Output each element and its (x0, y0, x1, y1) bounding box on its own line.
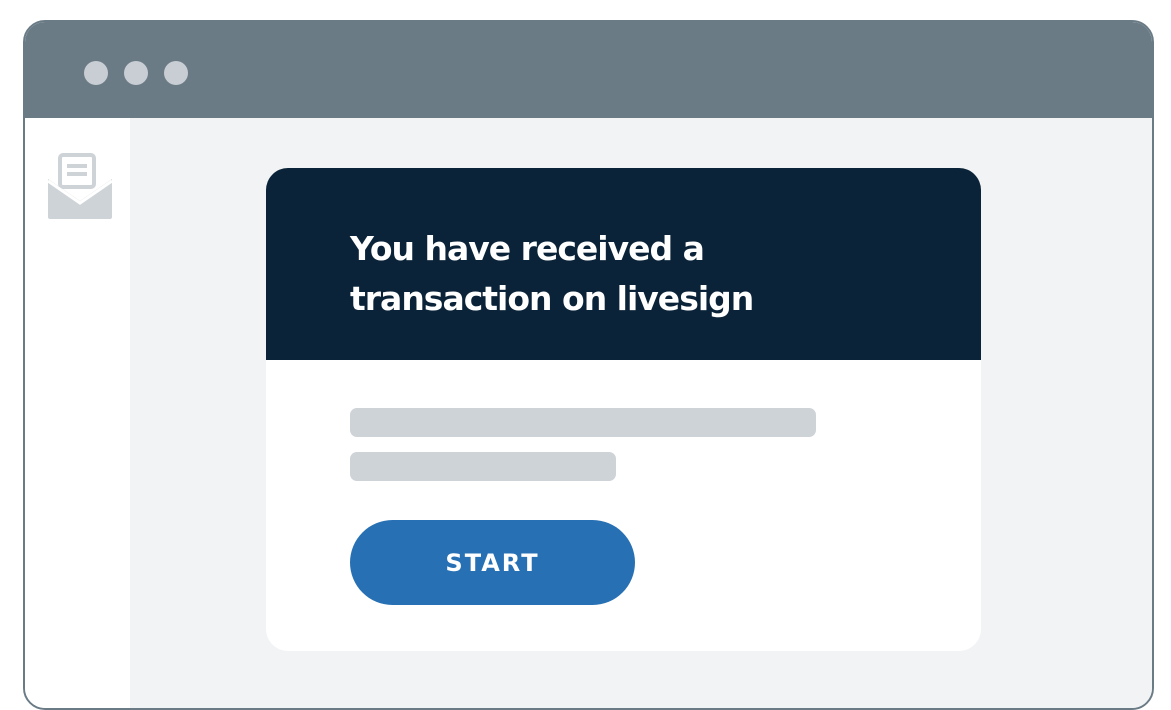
window-control-dot[interactable] (124, 61, 148, 85)
placeholder-text-line (350, 408, 816, 437)
open-envelope-icon[interactable] (46, 153, 114, 221)
placeholder-text-line (350, 452, 616, 481)
sidebar (25, 118, 130, 708)
window-control-dot[interactable] (164, 61, 188, 85)
title-bar (25, 22, 1152, 118)
main-content: You have received a transaction on lives… (130, 118, 1152, 708)
browser-window: You have received a transaction on lives… (23, 20, 1154, 710)
start-button[interactable]: START (350, 520, 635, 605)
card-header: You have received a transaction on lives… (266, 168, 981, 360)
card-title: You have received a transaction on lives… (350, 229, 754, 318)
email-card: You have received a transaction on lives… (266, 168, 981, 651)
window-control-dot[interactable] (84, 61, 108, 85)
